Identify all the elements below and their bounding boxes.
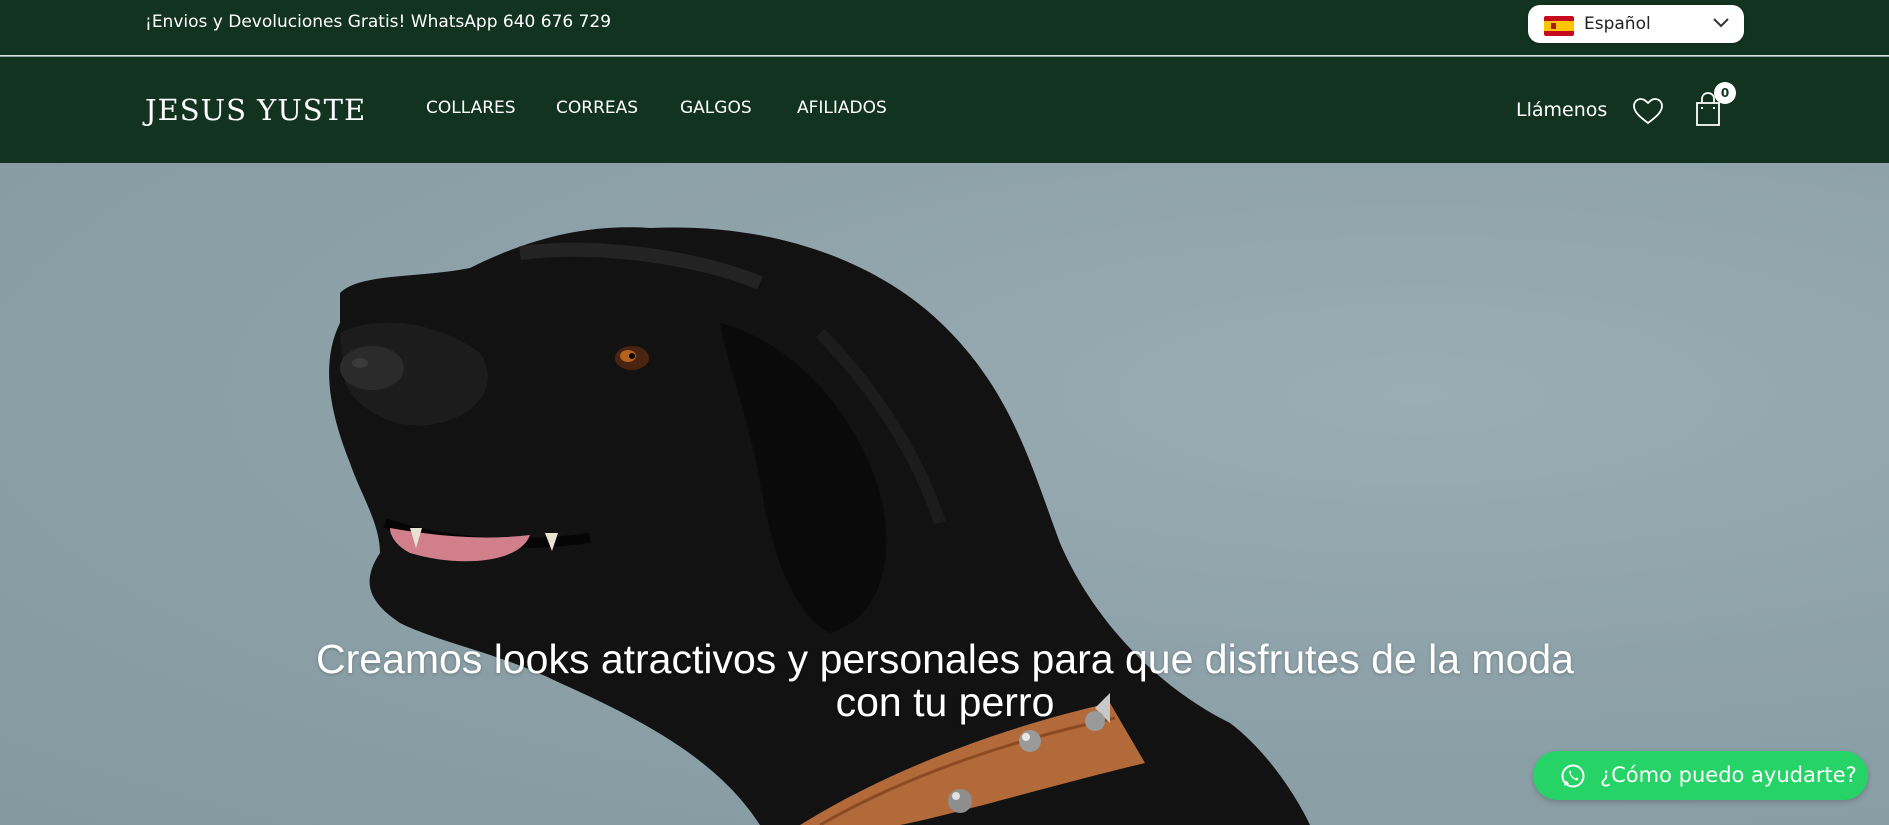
nav-item-correas[interactable]: CORREAS [556, 98, 638, 118]
language-selected: Español [1584, 14, 1651, 34]
main-header: JESUS YUSTE COLLARES CORREAS GALGOS AFIL… [0, 57, 1889, 163]
cart-count-badge: 0 [1714, 82, 1736, 104]
site-logo[interactable]: JESUS YUSTE [145, 93, 366, 127]
spain-flag-icon [1544, 16, 1574, 36]
whatsapp-icon [1561, 764, 1585, 788]
heart-icon[interactable] [1632, 97, 1664, 125]
nav-item-galgos[interactable]: GALGOS [680, 98, 752, 118]
call-link[interactable]: Llámenos [1516, 99, 1607, 121]
whatsapp-label: ¿Cómo puedo ayudarte? [1600, 763, 1857, 787]
chevron-down-icon [1713, 18, 1729, 28]
promo-text: ¡Envios y Devoluciones Gratis! WhatsApp … [145, 12, 612, 32]
language-selector[interactable]: Español [1528, 5, 1744, 43]
hero-title: Creamos looks atractivos y personales pa… [316, 636, 1574, 725]
announcement-bar: ¡Envios y Devoluciones Gratis! WhatsApp … [0, 0, 1889, 56]
nav-item-afiliados[interactable]: AFILIADOS [797, 98, 887, 118]
hero-dog-image [329, 227, 1311, 825]
hero-banner: Creamos looks atractivos y personales pa… [0, 163, 1889, 825]
whatsapp-chat-button[interactable]: ¿Cómo puedo ayudarte? [1533, 751, 1868, 800]
nav-item-collares[interactable]: COLLARES [426, 98, 516, 118]
